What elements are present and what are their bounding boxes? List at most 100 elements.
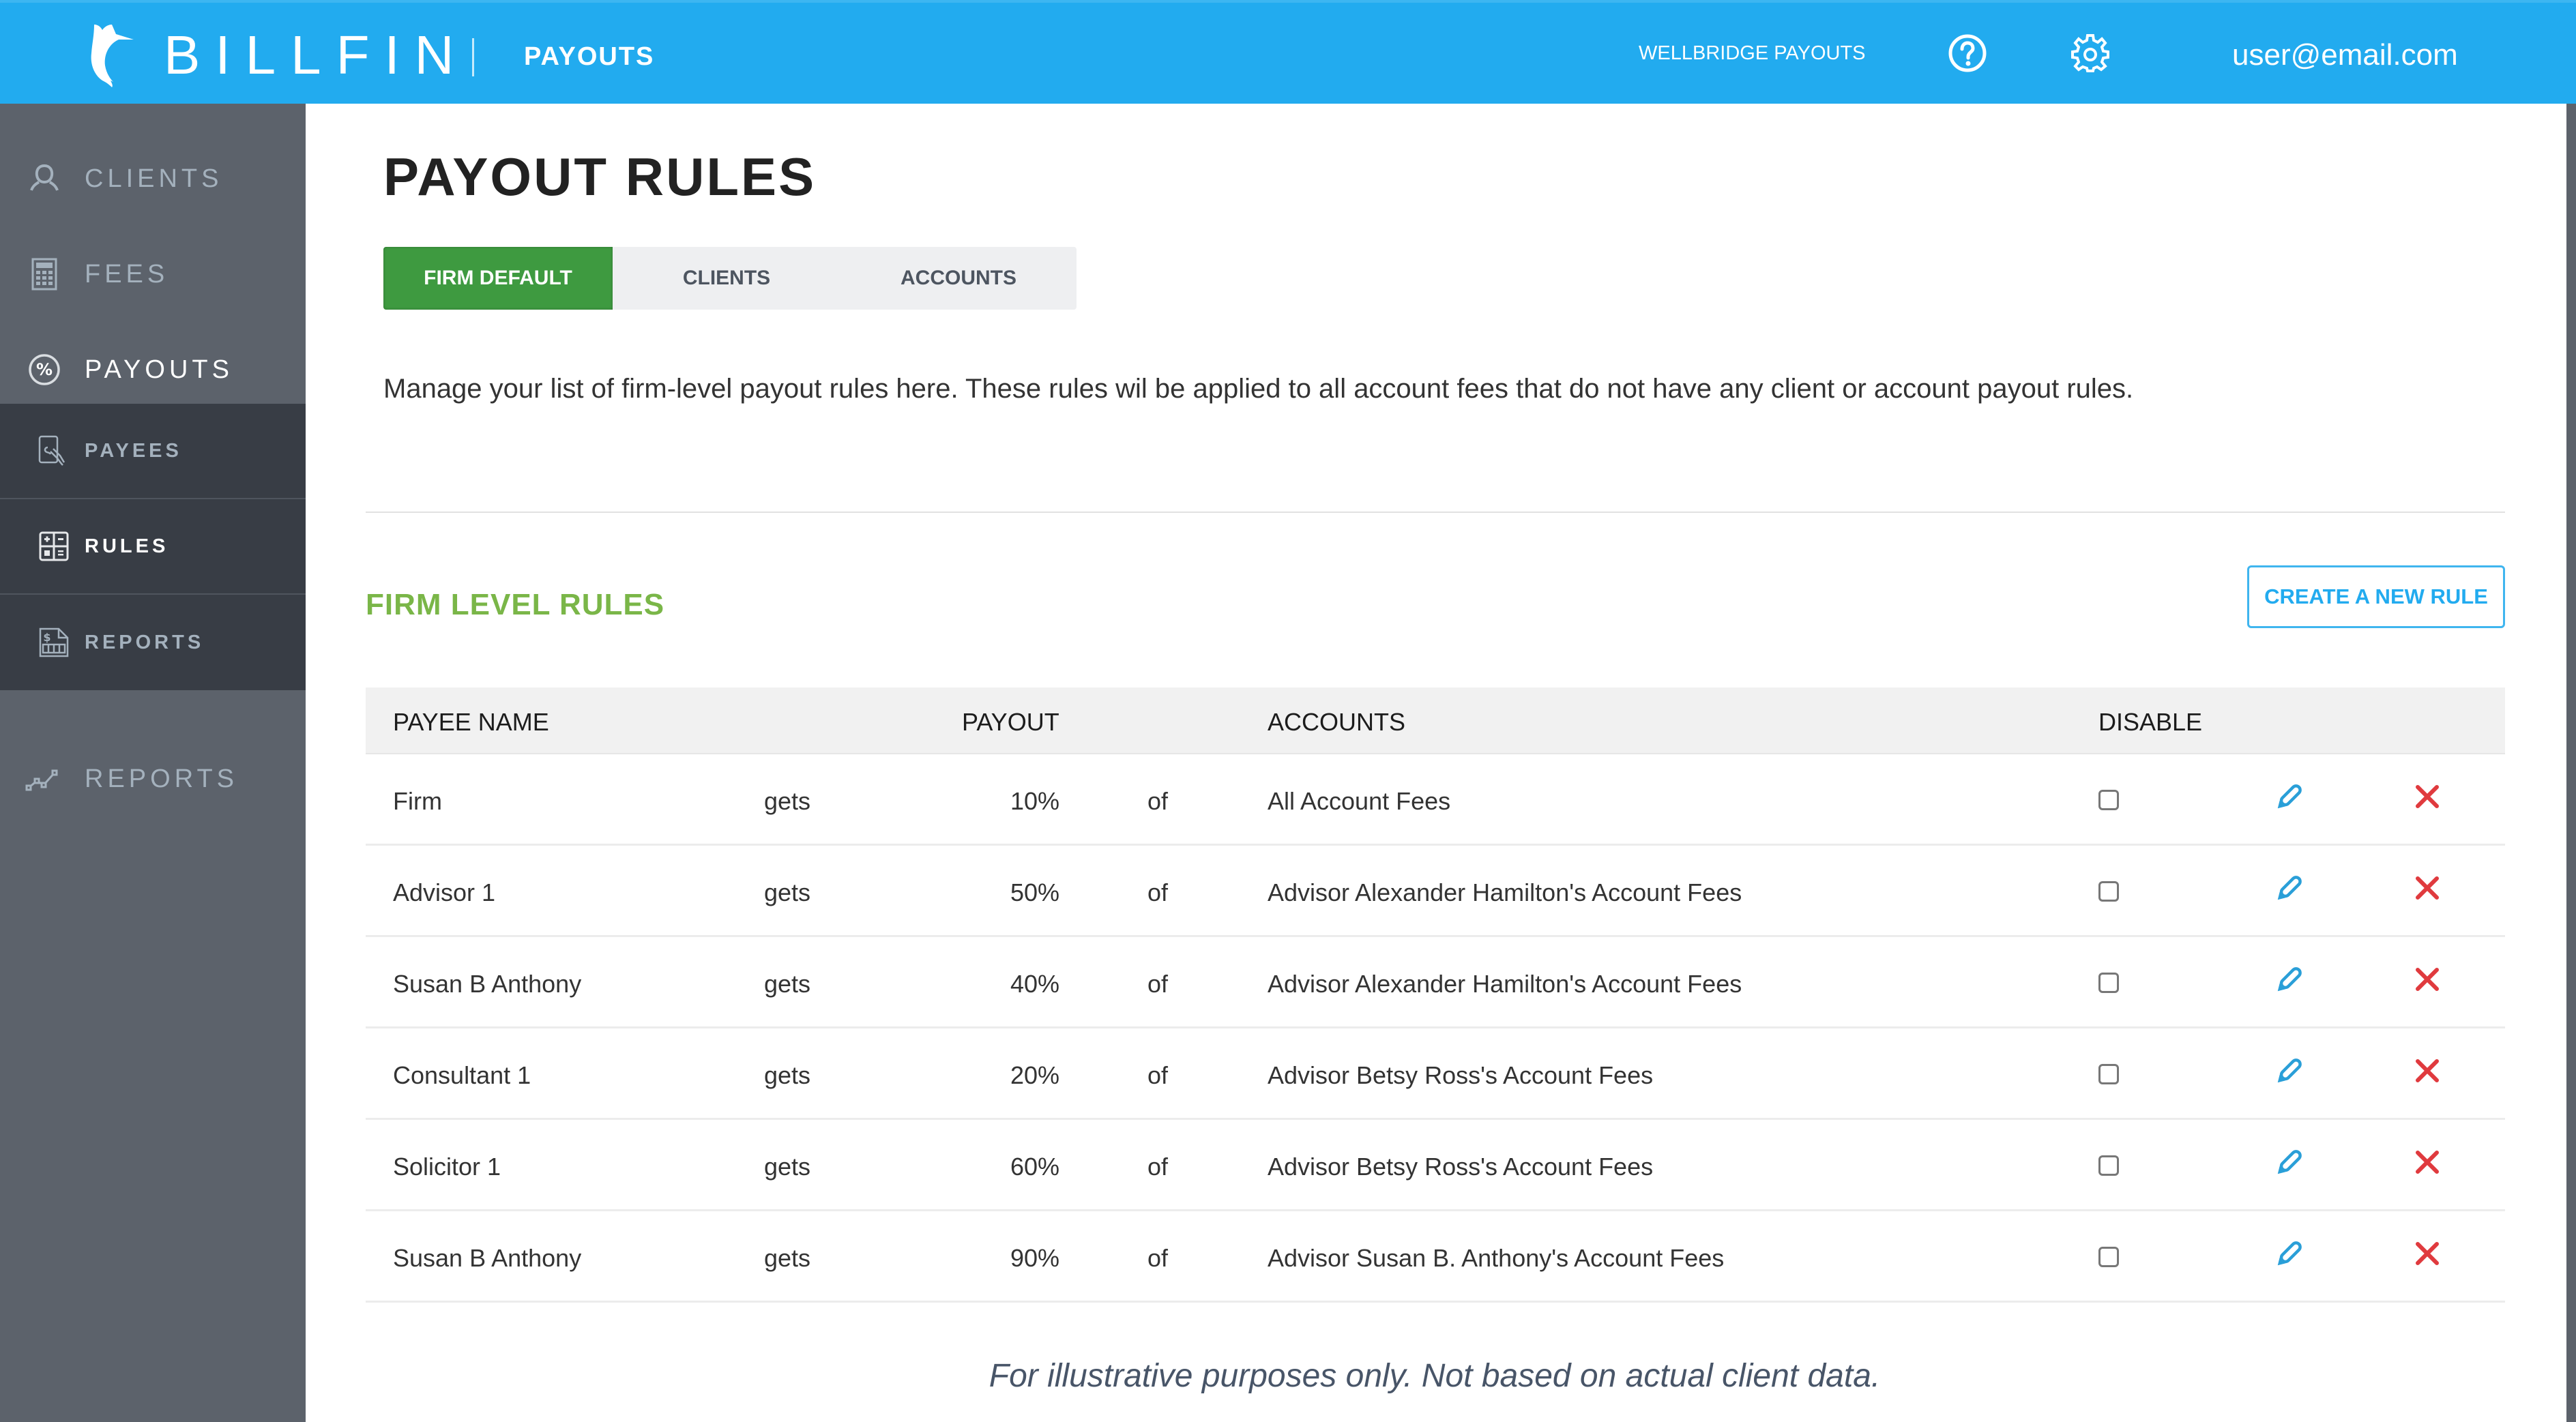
payee-name: Susan B Anthony <box>393 970 582 998</box>
gets-label: gets <box>764 1244 811 1272</box>
payout-percent: 90% <box>1010 1244 1060 1272</box>
sidebar-item-label: CLIENTS <box>85 164 223 193</box>
payouts-submenu: PAYEES RULES $ REPORTS <box>0 404 306 690</box>
create-new-rule-button[interactable]: CREATE A NEW RULE <box>2247 565 2505 628</box>
accounts-scope: Advisor Betsy Ross's Account Fees <box>1268 1153 1654 1181</box>
edit-pencil-icon[interactable] <box>2272 780 2306 814</box>
payout-percent: 40% <box>1010 970 1060 998</box>
percent-circle-icon: % <box>29 354 60 385</box>
edit-pencil-icon[interactable] <box>2272 872 2306 906</box>
sidebar-item-reports[interactable]: REPORTS <box>0 745 306 813</box>
scrollbar[interactable] <box>2566 104 2576 1422</box>
of-label: of <box>1147 1153 1169 1181</box>
user-email-menu[interactable]: user@email.com <box>2232 38 2458 72</box>
marlin-logo-icon <box>91 25 134 87</box>
table-row: Consultant 1 gets 20% of Advisor Betsy R… <box>366 1028 2505 1120</box>
tab-accounts[interactable]: ACCOUNTS <box>840 247 1077 310</box>
payee-name: Consultant 1 <box>393 1061 531 1089</box>
delete-x-icon[interactable] <box>2412 964 2442 994</box>
payee-name: Advisor 1 <box>393 878 496 906</box>
rule-scope-tabs: FIRM DEFAULT CLIENTS ACCOUNTS <box>383 247 1077 310</box>
of-label: of <box>1147 970 1169 998</box>
gets-label: gets <box>764 878 811 906</box>
svg-text:%: % <box>36 360 53 379</box>
gear-icon[interactable] <box>2070 33 2111 74</box>
column-header-disable: DISABLE <box>2098 708 2203 736</box>
delete-x-icon[interactable] <box>2412 1147 2442 1177</box>
column-header-payee-name: PAYEE NAME <box>393 708 549 736</box>
sidebar-item-fees[interactable]: FEES <box>0 240 306 308</box>
payout-percent: 60% <box>1010 1153 1060 1181</box>
disable-checkbox[interactable] <box>2098 881 2119 902</box>
edit-pencil-icon[interactable] <box>2272 1054 2306 1088</box>
section-divider <box>366 512 2505 513</box>
gets-label: gets <box>764 1153 811 1181</box>
delete-x-icon[interactable] <box>2412 1056 2442 1086</box>
edit-pencil-icon[interactable] <box>2272 963 2306 997</box>
rules-table: PAYEE NAME PAYOUT ACCOUNTS DISABLE Firm … <box>366 687 2505 1303</box>
payee-name: Susan B Anthony <box>393 1244 582 1272</box>
disable-checkbox[interactable] <box>2098 790 2119 810</box>
of-label: of <box>1147 1061 1169 1089</box>
sidebar-item-label: FEES <box>85 259 169 288</box>
table-body: Firm gets 10% of All Account Fees Adviso… <box>366 754 2505 1303</box>
delete-x-icon[interactable] <box>2412 1239 2442 1269</box>
page-description: Manage your list of firm-level payout ru… <box>383 374 2134 404</box>
header-divider <box>472 38 474 76</box>
calculator-icon <box>31 258 57 291</box>
sidebar-item-payouts[interactable]: % PAYOUTS <box>0 336 306 404</box>
svg-text:$: $ <box>43 631 50 644</box>
sidebar-item-label: REPORTS <box>85 764 239 793</box>
table-row: Advisor 1 gets 50% of Advisor Alexander … <box>366 846 2505 937</box>
sidebar-subitem-rules[interactable]: RULES <box>0 499 306 595</box>
section-title: FIRM LEVEL RULES <box>366 588 665 621</box>
help-circle-icon[interactable] <box>1947 33 1988 74</box>
brand-logo[interactable]: BILLFIN <box>85 23 469 87</box>
gets-label: gets <box>764 787 811 815</box>
accounts-scope: All Account Fees <box>1268 787 1451 815</box>
edit-pencil-icon[interactable] <box>2272 1237 2306 1271</box>
payee-name: Solicitor 1 <box>393 1153 501 1181</box>
line-chart-icon <box>25 769 58 791</box>
disable-checkbox[interactable] <box>2098 1064 2119 1084</box>
disable-checkbox[interactable] <box>2098 973 2119 993</box>
brand-name: BILLFIN <box>164 25 469 85</box>
app-name: PAYOUTS <box>524 42 655 71</box>
sidebar-item-label: PAYOUTS <box>85 355 233 384</box>
of-label: of <box>1147 878 1169 906</box>
payout-percent: 50% <box>1010 878 1060 906</box>
user-outline-icon <box>30 164 59 191</box>
disable-checkbox[interactable] <box>2098 1247 2119 1267</box>
payee-name: Firm <box>393 787 442 815</box>
accounts-scope: Advisor Susan B. Anthony's Account Fees <box>1268 1244 1725 1272</box>
delete-x-icon[interactable] <box>2412 782 2442 812</box>
gets-label: gets <box>764 970 811 998</box>
organization-name[interactable]: WELLBRIDGE PAYOUTS <box>1639 42 1866 65</box>
sidebar-subitem-payees[interactable]: PAYEES <box>0 404 306 499</box>
tab-clients[interactable]: CLIENTS <box>613 247 840 310</box>
disable-checkbox[interactable] <box>2098 1155 2119 1176</box>
column-header-payout: PAYOUT <box>962 708 1059 736</box>
table-row: Susan B Anthony gets 90% of Advisor Susa… <box>366 1211 2505 1303</box>
gets-label: gets <box>764 1061 811 1089</box>
sidebar-item-clients[interactable]: CLIENTS <box>0 145 306 213</box>
rules-grid-icon <box>39 531 69 561</box>
sidebar-item-label: RULES <box>85 535 169 557</box>
table-row: Susan B Anthony gets 40% of Advisor Alex… <box>366 937 2505 1028</box>
of-label: of <box>1147 1244 1169 1272</box>
dollar-report-icon: $ <box>39 627 69 657</box>
sidebar-item-label: REPORTS <box>85 631 205 653</box>
page-title: PAYOUT RULES <box>383 147 817 207</box>
sidebar-subitem-reports[interactable]: $ REPORTS <box>0 595 306 690</box>
top-bar: BILLFIN PAYOUTS WELLBRIDGE PAYOUTS user@… <box>0 0 2576 104</box>
table-row: Solicitor 1 gets 60% of Advisor Betsy Ro… <box>366 1120 2505 1211</box>
disclaimer-footnote: For illustrative purposes only. Not base… <box>989 1358 1881 1394</box>
payout-percent: 20% <box>1010 1061 1060 1089</box>
delete-x-icon[interactable] <box>2412 873 2442 903</box>
edit-pencil-icon[interactable] <box>2272 1146 2306 1180</box>
table-header: PAYEE NAME PAYOUT ACCOUNTS DISABLE <box>366 687 2505 754</box>
accounts-scope: Advisor Betsy Ross's Account Fees <box>1268 1061 1654 1089</box>
payout-percent: 10% <box>1010 787 1060 815</box>
accounts-scope: Advisor Alexander Hamilton's Account Fee… <box>1268 970 1742 998</box>
tab-firm-default[interactable]: FIRM DEFAULT <box>383 247 613 310</box>
